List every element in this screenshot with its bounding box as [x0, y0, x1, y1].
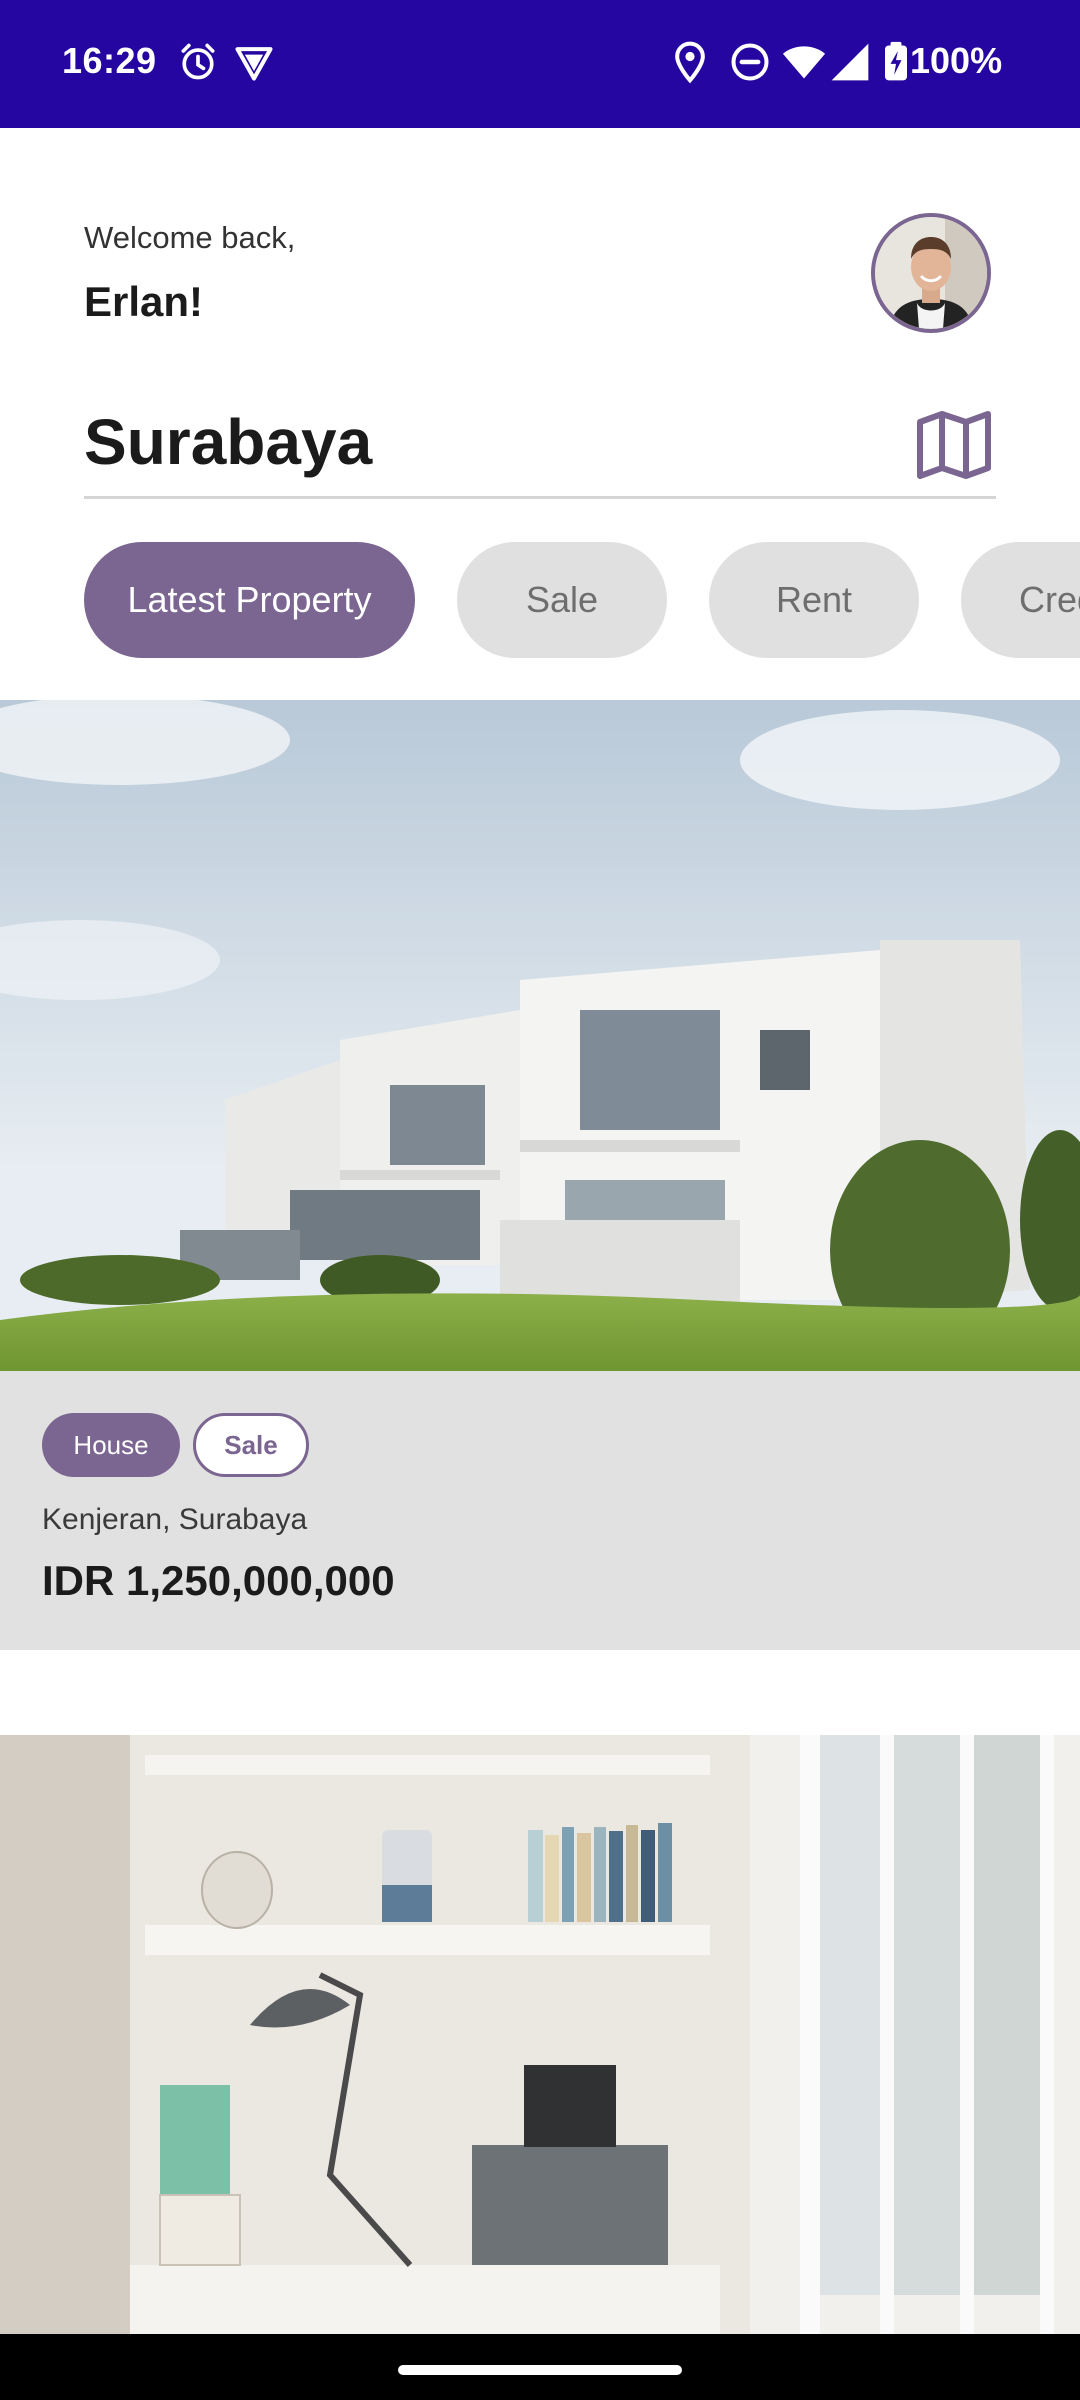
filter-chip-sale[interactable]: Sale	[457, 542, 667, 658]
avatar-photo	[875, 217, 987, 329]
status-bar: 16:29 100%	[0, 0, 1080, 128]
home-gesture-handle[interactable]	[398, 2365, 682, 2375]
property-photo-2[interactable]	[0, 1735, 1080, 2334]
property-location: Kenjeran, Surabaya	[42, 1503, 308, 1536]
map-icon[interactable]	[916, 410, 992, 480]
vpn-shield-icon	[235, 47, 273, 81]
alarm-icon	[181, 43, 215, 80]
city-divider	[84, 496, 996, 499]
filter-chip-rent[interactable]: Rent	[709, 542, 919, 658]
battery-percentage: 100%	[910, 40, 1003, 81]
wifi-icon	[782, 46, 826, 79]
signal-icon	[831, 43, 869, 81]
property-interior-image	[0, 1735, 1080, 2334]
property-status-tag: Sale	[193, 1413, 309, 1477]
filter-chip-latest-property[interactable]: Latest Property	[84, 542, 415, 658]
property-photo[interactable]	[0, 700, 1080, 1371]
city-title[interactable]: Surabaya	[84, 405, 372, 479]
location-icon	[675, 41, 705, 84]
status-time: 16:29	[62, 40, 157, 81]
username-text: Erlan!	[84, 278, 204, 325]
property-type-tag: House	[42, 1413, 180, 1477]
property-price: IDR 1,250,000,000	[42, 1557, 395, 1604]
property-house-image	[0, 700, 1080, 1371]
profile-avatar[interactable]	[871, 213, 991, 333]
filter-chip-credit[interactable]: Credit	[961, 542, 1080, 658]
welcome-text: Welcome back,	[84, 220, 296, 255]
do-not-disturb-icon	[731, 43, 769, 81]
